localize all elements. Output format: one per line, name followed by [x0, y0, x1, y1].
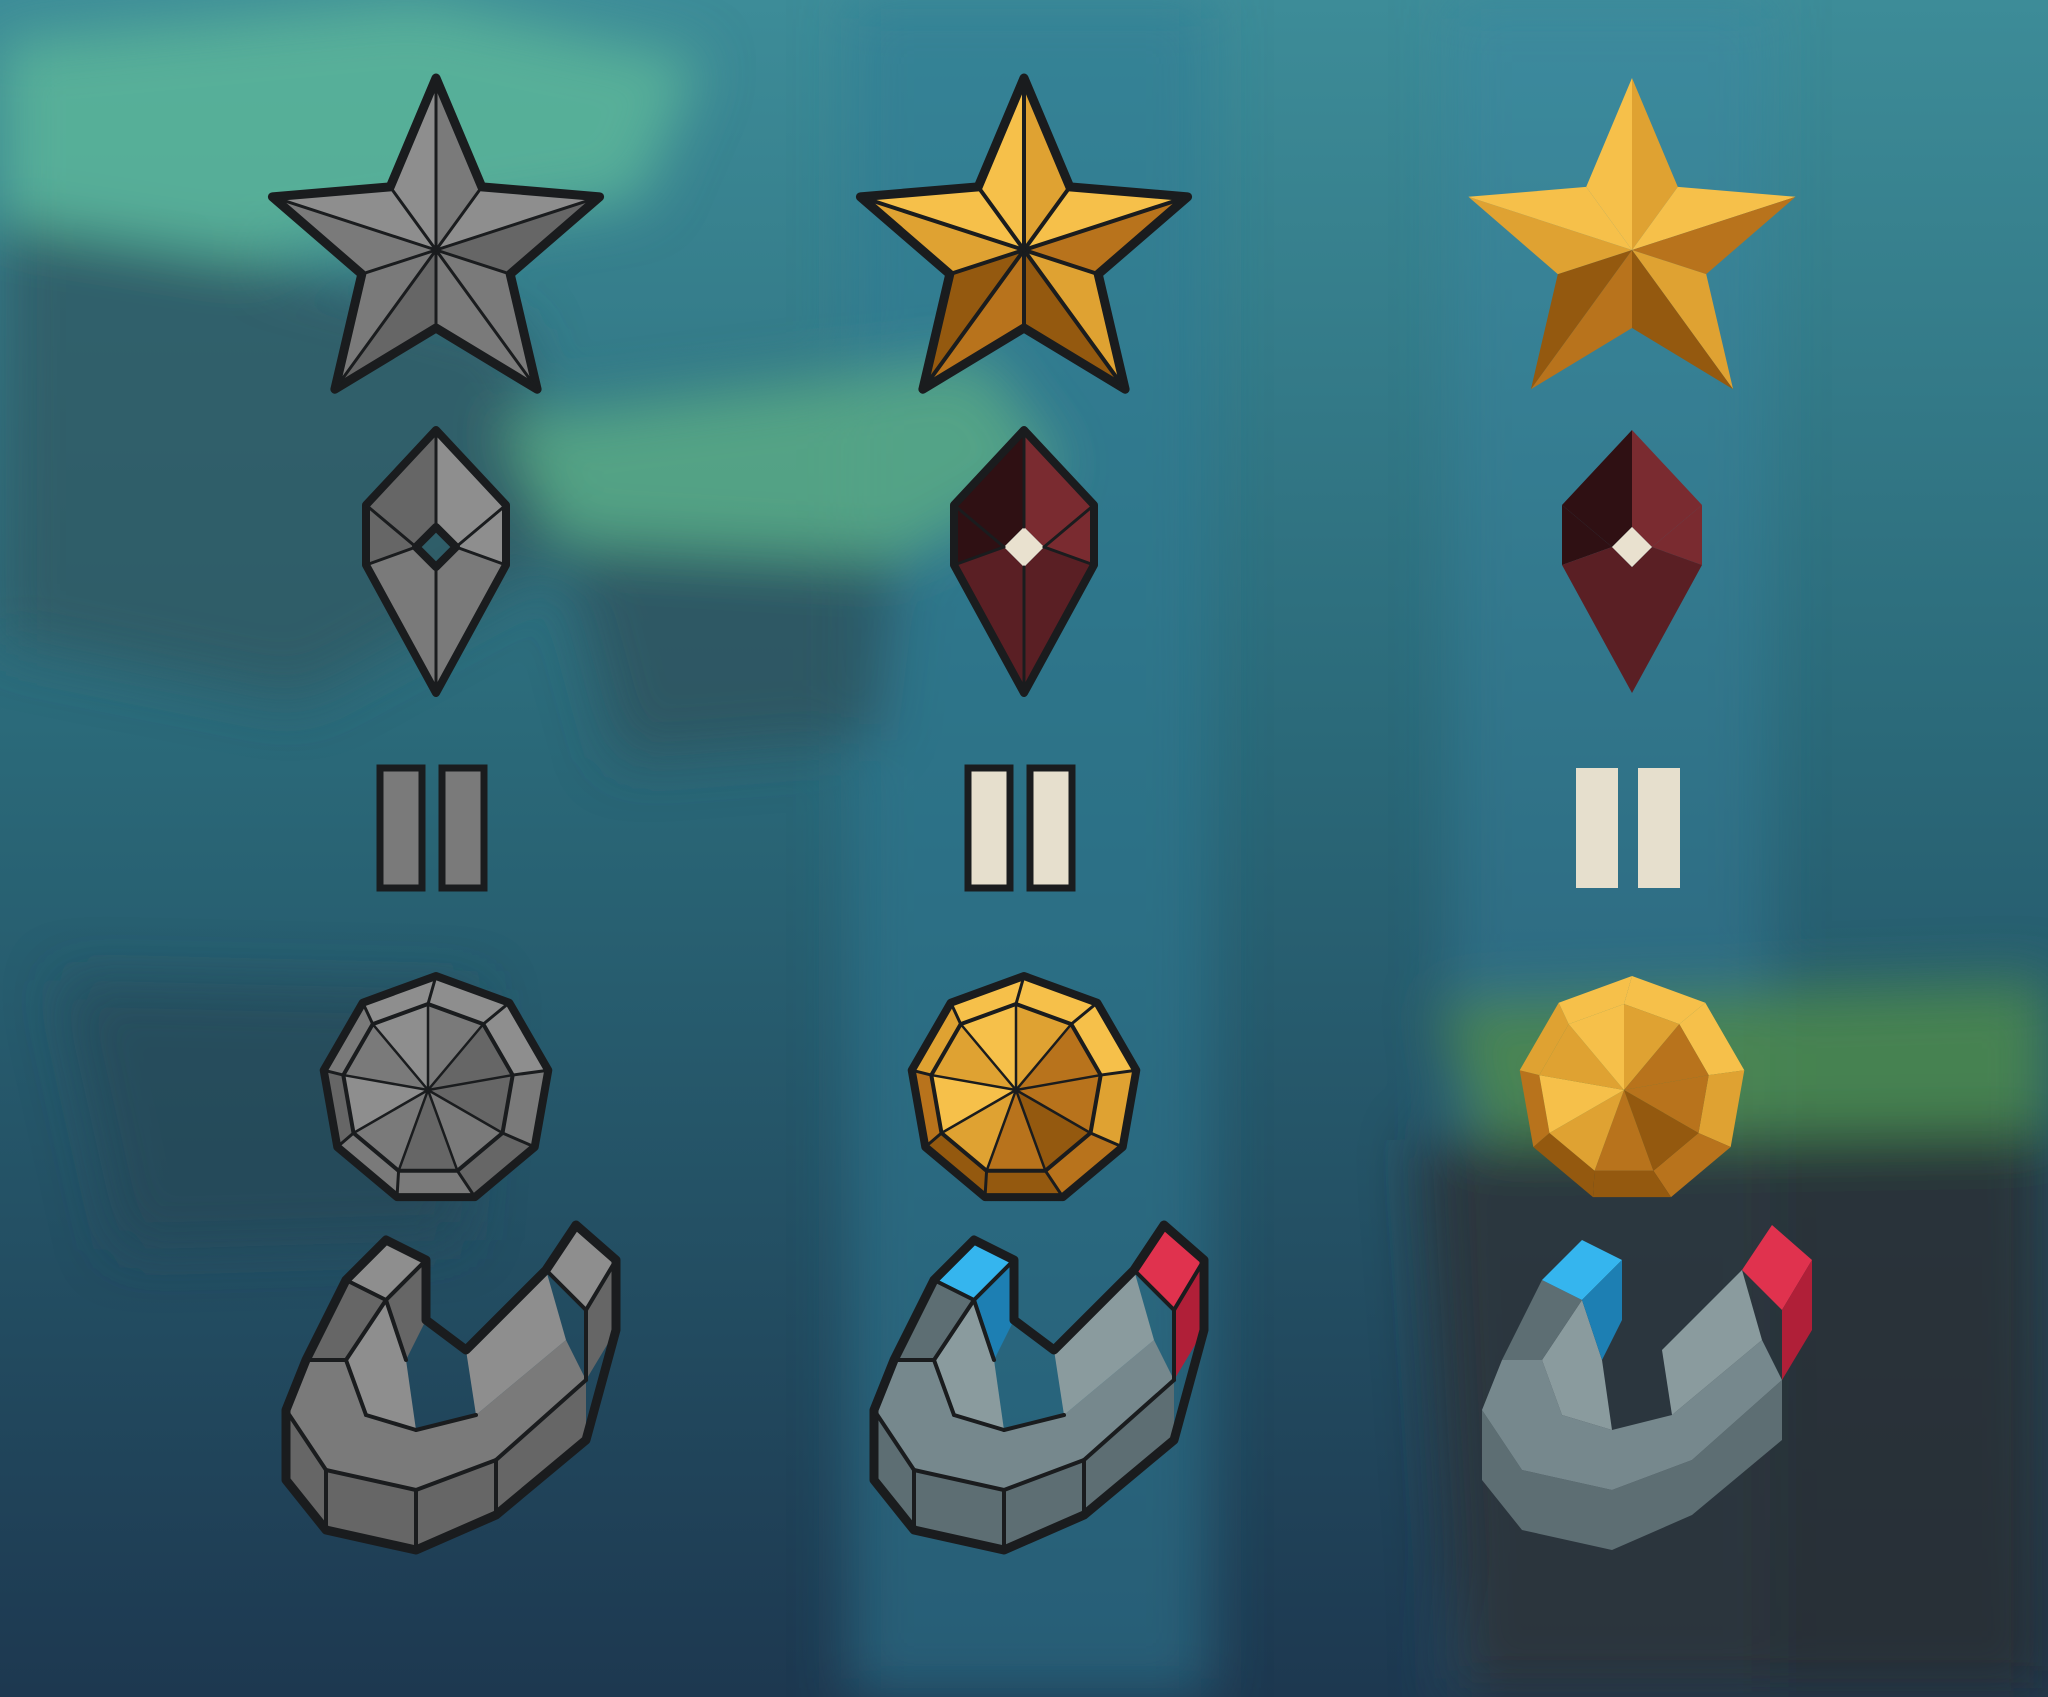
coin-icon — [319, 972, 553, 1202]
coin-icon — [907, 972, 1141, 1202]
icon-sheet — [0, 0, 2048, 1697]
